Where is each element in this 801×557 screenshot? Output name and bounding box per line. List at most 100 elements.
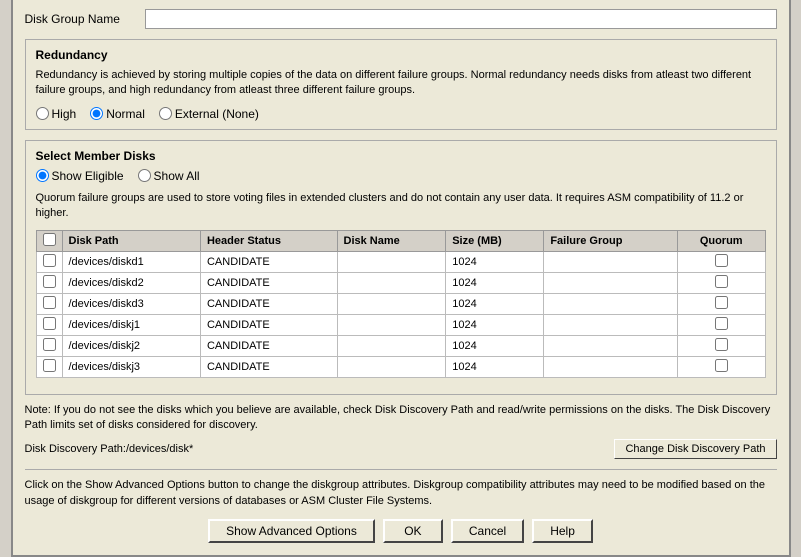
disk-name-cell: [337, 251, 446, 272]
table-row: /devices/diskd2 CANDIDATE 1024: [36, 272, 765, 293]
redundancy-normal-option[interactable]: Normal: [90, 107, 145, 121]
header-status-cell: CANDIDATE: [200, 314, 337, 335]
quorum-checkbox[interactable]: [715, 359, 728, 372]
table-row: /devices/diskj1 CANDIDATE 1024: [36, 314, 765, 335]
col-header-size: Size (MB): [446, 230, 544, 251]
advanced-note: Click on the Show Advanced Options butto…: [25, 469, 777, 509]
redundancy-high-label: High: [52, 107, 77, 121]
col-header-quorum: Quorum: [677, 230, 765, 251]
redundancy-high-radio[interactable]: [36, 107, 49, 120]
help-button[interactable]: Help: [532, 519, 593, 543]
redundancy-normal-radio[interactable]: [90, 107, 103, 120]
disk-name-cell: [337, 272, 446, 293]
bottom-buttons: Show Advanced Options OK Cancel Help: [25, 519, 777, 543]
cancel-button[interactable]: Cancel: [451, 519, 524, 543]
select-member-title: Select Member Disks: [36, 149, 766, 163]
show-advanced-button[interactable]: Show Advanced Options: [208, 519, 375, 543]
redundancy-group: Redundancy Redundancy is achieved by sto…: [25, 39, 777, 130]
redundancy-title: Redundancy: [36, 48, 766, 62]
quorum-checkbox[interactable]: [715, 317, 728, 330]
row-checkbox-cell: [36, 356, 62, 377]
ok-button[interactable]: OK: [383, 519, 443, 543]
size-cell: 1024: [446, 272, 544, 293]
redundancy-external-label: External (None): [175, 107, 259, 121]
row-checkbox[interactable]: [43, 275, 56, 288]
row-checkbox[interactable]: [43, 296, 56, 309]
change-discovery-path-button[interactable]: Change Disk Discovery Path: [614, 439, 776, 459]
select-member-group: Select Member Disks Show Eligible Show A…: [25, 140, 777, 395]
disk-name-cell: [337, 314, 446, 335]
size-cell: 1024: [446, 251, 544, 272]
redundancy-description: Redundancy is achieved by storing multip…: [36, 68, 766, 99]
quorum-checkbox[interactable]: [715, 296, 728, 309]
col-header-disk-path: Disk Path: [62, 230, 200, 251]
show-all-option[interactable]: Show All: [138, 169, 200, 183]
redundancy-high-option[interactable]: High: [36, 107, 77, 121]
table-row: /devices/diskj3 CANDIDATE 1024: [36, 356, 765, 377]
row-checkbox[interactable]: [43, 317, 56, 330]
col-header-failure-group: Failure Group: [544, 230, 678, 251]
quorum-cell: [677, 293, 765, 314]
quorum-cell: [677, 251, 765, 272]
row-checkbox[interactable]: [43, 359, 56, 372]
disk-path-cell: /devices/diskd2: [62, 272, 200, 293]
note-text: Note: If you do not see the disks which …: [25, 403, 777, 434]
disk-path-cell: /devices/diskd1: [62, 251, 200, 272]
quorum-note: Quorum failure groups are used to store …: [36, 191, 766, 222]
redundancy-normal-label: Normal: [106, 107, 145, 121]
redundancy-external-radio[interactable]: [159, 107, 172, 120]
disk-group-name-label: Disk Group Name: [25, 12, 145, 26]
redundancy-external-option[interactable]: External (None): [159, 107, 259, 121]
select-all-checkbox[interactable]: [43, 233, 56, 246]
size-cell: 1024: [446, 335, 544, 356]
disk-path-cell: /devices/diskd3: [62, 293, 200, 314]
quorum-checkbox[interactable]: [715, 275, 728, 288]
disk-group-name-row: Disk Group Name: [25, 9, 777, 29]
show-eligible-label: Show Eligible: [52, 169, 124, 183]
show-options-row: Show Eligible Show All: [36, 169, 766, 183]
disk-name-cell: [337, 356, 446, 377]
header-status-cell: CANDIDATE: [200, 272, 337, 293]
table-row: /devices/diskd3 CANDIDATE 1024: [36, 293, 765, 314]
row-checkbox[interactable]: [43, 338, 56, 351]
row-checkbox[interactable]: [43, 254, 56, 267]
row-checkbox-cell: [36, 314, 62, 335]
quorum-checkbox[interactable]: [715, 254, 728, 267]
row-checkbox-cell: [36, 272, 62, 293]
failure-group-cell: [544, 314, 678, 335]
size-cell: 1024: [446, 356, 544, 377]
failure-group-cell: [544, 272, 678, 293]
disk-name-cell: [337, 293, 446, 314]
failure-group-cell: [544, 251, 678, 272]
create-disk-group-dialog: Disk Group Name Redundancy Redundancy is…: [11, 0, 791, 557]
size-cell: 1024: [446, 314, 544, 335]
row-checkbox-cell: [36, 335, 62, 356]
row-checkbox-cell: [36, 293, 62, 314]
show-all-label: Show All: [154, 169, 200, 183]
quorum-checkbox[interactable]: [715, 338, 728, 351]
failure-group-cell: [544, 356, 678, 377]
show-all-radio[interactable]: [138, 169, 151, 182]
col-header-check: [36, 230, 62, 251]
header-status-cell: CANDIDATE: [200, 251, 337, 272]
header-status-cell: CANDIDATE: [200, 356, 337, 377]
size-cell: 1024: [446, 293, 544, 314]
quorum-cell: [677, 356, 765, 377]
table-row: /devices/diskd1 CANDIDATE 1024: [36, 251, 765, 272]
table-row: /devices/diskj2 CANDIDATE 1024: [36, 335, 765, 356]
row-checkbox-cell: [36, 251, 62, 272]
show-eligible-radio[interactable]: [36, 169, 49, 182]
disk-name-cell: [337, 335, 446, 356]
discovery-path-row: Disk Discovery Path:/devices/disk* Chang…: [25, 439, 777, 459]
disk-table: Disk Path Header Status Disk Name Size (…: [36, 230, 766, 378]
disk-group-name-input[interactable]: [145, 9, 777, 29]
quorum-cell: [677, 272, 765, 293]
failure-group-cell: [544, 293, 678, 314]
header-status-cell: CANDIDATE: [200, 335, 337, 356]
col-header-header-status: Header Status: [200, 230, 337, 251]
discovery-path-label: Disk Discovery Path:/devices/disk*: [25, 443, 194, 455]
disk-path-cell: /devices/diskj3: [62, 356, 200, 377]
quorum-cell: [677, 335, 765, 356]
show-eligible-option[interactable]: Show Eligible: [36, 169, 124, 183]
disk-path-cell: /devices/diskj1: [62, 314, 200, 335]
